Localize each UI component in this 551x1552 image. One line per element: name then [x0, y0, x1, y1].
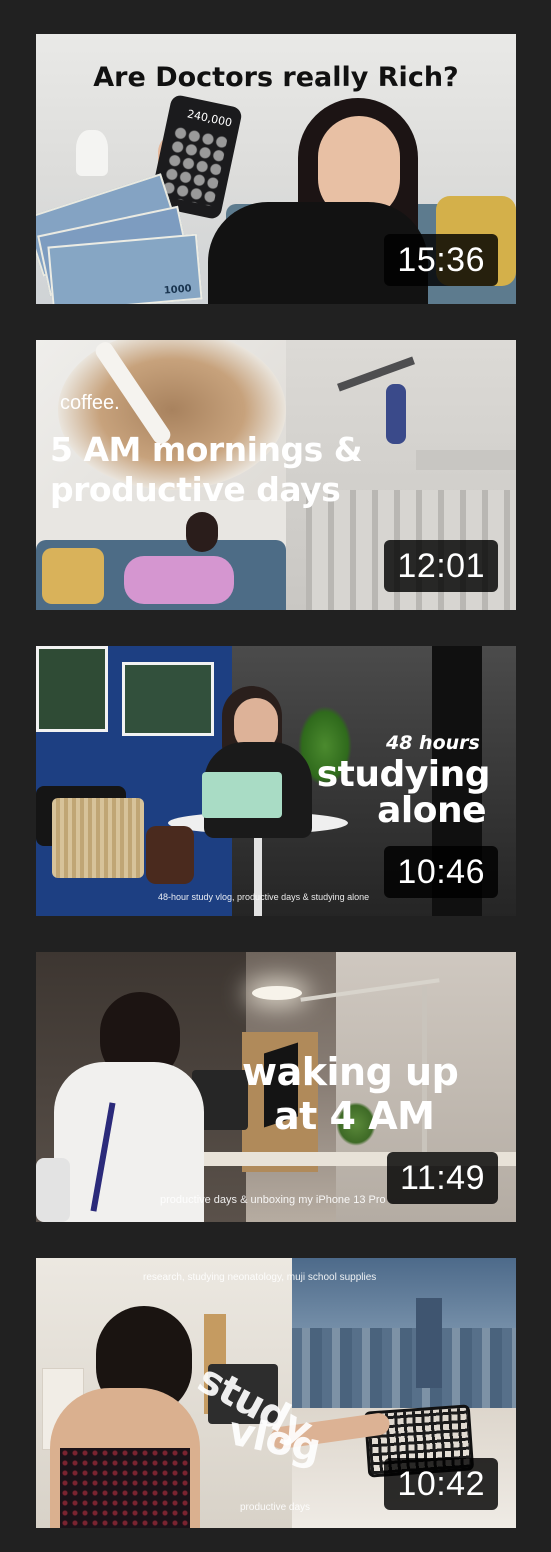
- pillow-shape: [42, 548, 104, 604]
- desk-lamp-shape: [252, 986, 302, 1000]
- thumbnail-title-line-2: at 4 AM: [274, 1094, 435, 1138]
- thumbnail-title-line-1: 48 hours: [386, 732, 480, 754]
- rattan-chair-shape: [52, 798, 144, 878]
- person-head-shape: [186, 512, 218, 552]
- duration-badge: 12:01: [384, 540, 498, 592]
- duration-badge: 15:36: [384, 234, 498, 286]
- thumbnail-caption: productive days & unboxing my iPhone 13 …: [160, 1194, 386, 1206]
- video-list: 240,000 1000 Are Doctors really Rich? 15…: [0, 0, 551, 1552]
- thumbnail-title-line-1: waking up: [242, 1050, 459, 1094]
- lamp-shape: [76, 130, 108, 176]
- table-leg-shape: [254, 832, 262, 916]
- thumbnail-title-line-2: studying: [316, 754, 491, 795]
- video-card[interactable]: waking up at 4 AM productive days & unbo…: [36, 952, 516, 1222]
- thumbnail-title: Are Doctors really Rich?: [93, 62, 459, 93]
- thumbnail-title-line-2: productive days: [50, 470, 341, 509]
- calculator-display: 240,000: [185, 107, 234, 130]
- video-card[interactable]: coffee. 5 AM mornings & productive days …: [36, 340, 516, 610]
- laptop-shape: [202, 772, 282, 818]
- video-card[interactable]: 48 hours studying alone 48-hour study vl…: [36, 646, 516, 916]
- painting-shape: [36, 646, 108, 732]
- video-card[interactable]: 240,000 1000 Are Doctors really Rich? 15…: [36, 34, 516, 304]
- person-dress-shape: [60, 1448, 190, 1528]
- duration-badge: 10:46: [384, 846, 498, 898]
- tower-shape: [416, 1298, 442, 1388]
- person-shape: [386, 384, 406, 444]
- thumbnail-subtitle: coffee.: [60, 392, 120, 414]
- bag-shape: [146, 826, 194, 884]
- banknote-shape: 1000: [47, 233, 203, 304]
- thumbnail-caption-top: research, studying neonatology, muji sch…: [143, 1272, 377, 1283]
- painting-shape: [122, 662, 214, 736]
- city-buildings-shape: [292, 1328, 516, 1408]
- duration-badge: 10:42: [384, 1458, 498, 1510]
- thumbnail-title-line-1: 5 AM mornings &: [50, 430, 362, 469]
- thumbnail-title-line-3: alone: [377, 790, 486, 831]
- calculator-keys-shape: [160, 124, 229, 207]
- video-card[interactable]: research, studying neonatology, muji sch…: [36, 1258, 516, 1528]
- chair-shape: [36, 1158, 70, 1222]
- person-shape: [124, 556, 234, 604]
- thumbnail-caption: 48-hour study vlog, productive days & st…: [158, 892, 370, 902]
- duration-badge: 11:49: [386, 1152, 498, 1204]
- thumbnail-caption-bottom: productive days: [240, 1502, 311, 1513]
- banknote-value: 1000: [163, 283, 193, 297]
- stairs-shape: [416, 450, 516, 470]
